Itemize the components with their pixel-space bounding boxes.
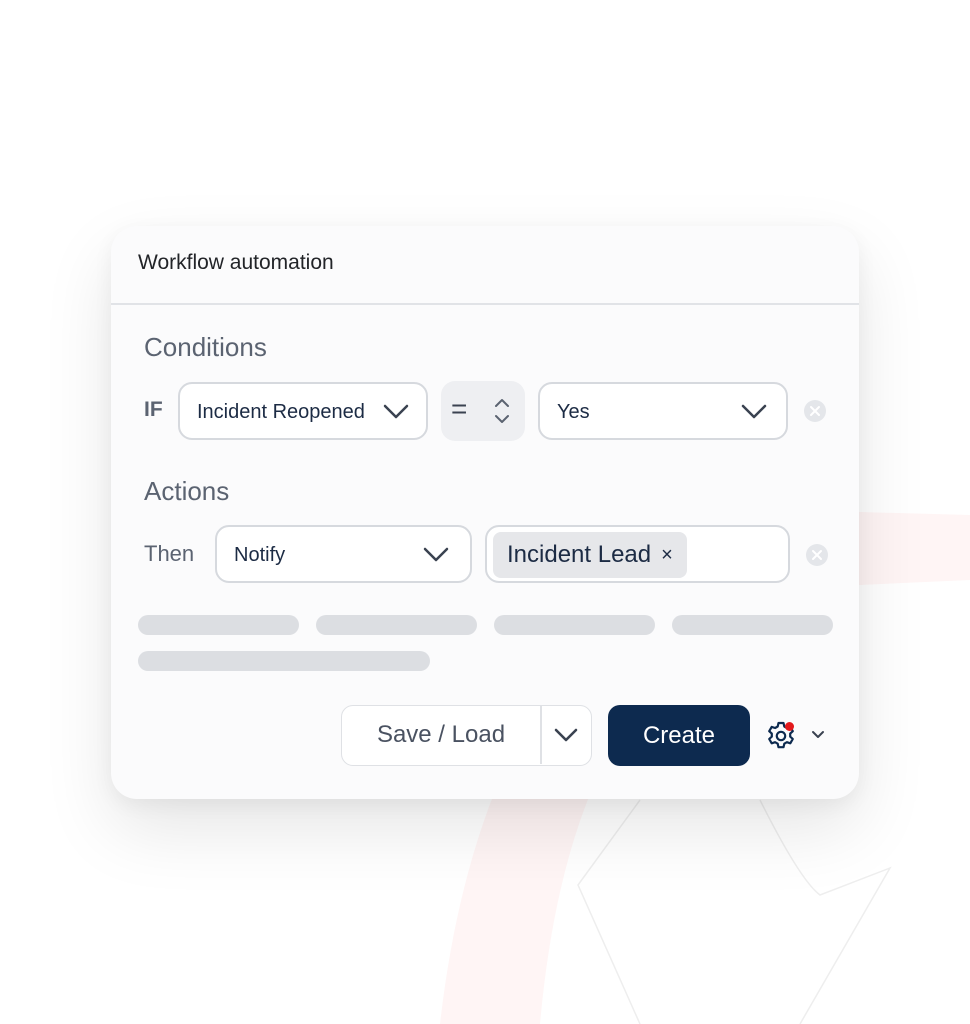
card-title: Workflow automation bbox=[138, 251, 334, 274]
chevron-down-icon bbox=[383, 404, 409, 419]
action-type-value: Notify bbox=[234, 544, 286, 566]
actions-heading: Actions bbox=[144, 476, 230, 506]
skeleton-placeholder bbox=[672, 615, 833, 635]
card-header: Workflow automation bbox=[111, 226, 859, 305]
recipient-chip-label: Incident Lead bbox=[507, 541, 652, 568]
condition-field-value: Incident Reopened bbox=[197, 401, 365, 423]
remove-condition-icon[interactable] bbox=[803, 399, 827, 423]
workflow-automation-card: Workflow automation Conditions IF Incide… bbox=[111, 226, 859, 799]
skeleton-placeholder bbox=[138, 651, 430, 671]
notification-dot bbox=[785, 722, 794, 731]
conditions-heading: Conditions bbox=[144, 332, 267, 362]
then-label: Then bbox=[144, 541, 195, 566]
settings-button[interactable] bbox=[765, 720, 797, 752]
chevron-down-icon bbox=[741, 404, 767, 419]
skeleton-placeholder bbox=[494, 615, 655, 635]
condition-operator-select[interactable]: = bbox=[441, 381, 525, 441]
condition-value-select[interactable]: Yes bbox=[538, 382, 788, 440]
save-load-split-button: Save / Load bbox=[341, 705, 592, 766]
skeleton-placeholder bbox=[316, 615, 477, 635]
save-load-dropdown-button[interactable] bbox=[542, 706, 590, 764]
condition-value: Yes bbox=[557, 401, 590, 423]
chevron-down-icon bbox=[423, 547, 449, 562]
create-button[interactable]: Create bbox=[608, 705, 750, 766]
action-recipients-field[interactable]: Incident Lead × bbox=[485, 525, 790, 583]
save-load-button[interactable]: Save / Load bbox=[342, 706, 540, 764]
remove-action-icon[interactable] bbox=[805, 543, 829, 567]
condition-field-select[interactable]: Incident Reopened bbox=[178, 382, 428, 440]
if-label: IF bbox=[144, 398, 163, 421]
settings-dropdown-chevron-icon[interactable] bbox=[811, 730, 825, 740]
up-down-icon bbox=[495, 399, 509, 423]
stage: Workflow automation Conditions IF Incide… bbox=[0, 0, 970, 1024]
chip-remove-icon[interactable]: × bbox=[661, 545, 673, 565]
chevron-down-icon bbox=[554, 728, 578, 742]
action-type-select[interactable]: Notify bbox=[215, 525, 472, 583]
operator-value: = bbox=[451, 393, 468, 424]
skeleton-placeholder bbox=[138, 615, 299, 635]
recipient-chip[interactable]: Incident Lead × bbox=[493, 532, 687, 578]
